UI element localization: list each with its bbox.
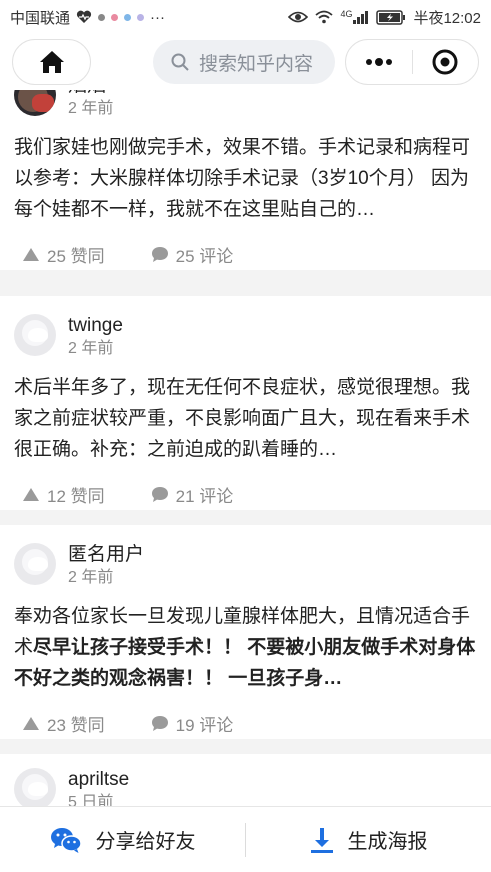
home-button[interactable] — [12, 39, 92, 85]
upvote-icon — [23, 487, 39, 501]
upvote-icon — [23, 716, 39, 730]
network-type-label: 4G — [340, 9, 353, 19]
wechat-icon — [50, 827, 82, 853]
author-row: 匿名用户 2 年前 — [14, 543, 477, 589]
close-miniprogram-button[interactable] — [413, 40, 479, 84]
post-time: 2 年前 — [68, 569, 114, 586]
answer-card[interactable]: twinge 2 年前 术后半年多了，现在无任何不良症状，感觉很理想。我家之前症… — [0, 296, 491, 510]
answer-card[interactable]: 匿名用户 2 年前 奉劝各位家长一旦发现儿童腺样体肥大，且情况适合手术尽早让孩子… — [0, 525, 491, 739]
search-box[interactable]: 搜索知乎内容 — [153, 40, 335, 84]
avatar[interactable] — [14, 314, 56, 356]
battery-charging-icon — [376, 9, 406, 25]
comment-icon — [151, 715, 168, 731]
comment-count: 21 评论 — [175, 486, 234, 506]
download-icon — [310, 827, 333, 853]
comment-count: 19 评论 — [175, 715, 234, 735]
author-name[interactable]: 匿名用户 — [68, 543, 144, 567]
carrier-label: 中国联通 — [10, 9, 71, 27]
upvote-count: 12 赞同 — [47, 486, 105, 506]
excerpt-bold-text: 尽早让孩子接受手术！！ 不要被小朋友做手术对身体不好之类的观念祸害！！ 一旦孩子… — [14, 637, 476, 689]
upvote-icon — [23, 247, 39, 261]
wifi-icon — [315, 10, 334, 24]
app-notification-icon — [137, 13, 145, 21]
answer-excerpt[interactable]: 术后半年多了，现在无任何不良症状，感觉很理想。我家之前症状较严重，不良影响面广且… — [14, 372, 477, 465]
generate-poster-button[interactable]: 生成海报 — [246, 807, 491, 872]
answer-actions: 23 赞同 19 评论 — [14, 706, 477, 740]
app-notification-icon — [124, 13, 132, 21]
answer-card[interactable]: 烟烟 2 年前 我们家娃也刚做完手术，效果不错。手术记录和病程可以参考：大米腺样… — [0, 90, 491, 270]
comment-icon — [151, 246, 168, 262]
app-notification-icon — [98, 13, 106, 21]
post-time: 2 年前 — [68, 340, 114, 357]
signal-icon — [353, 11, 369, 24]
comment-icon — [151, 486, 168, 502]
answer-actions: 12 赞同 21 评论 — [14, 477, 477, 511]
share-label: 分享给好友 — [95, 831, 196, 853]
upvote-count: 23 赞同 — [47, 715, 105, 735]
app-notification-icon — [111, 13, 119, 21]
more-notifications-indicator: ··· — [150, 8, 166, 26]
search-placeholder: 搜索知乎内容 — [199, 53, 314, 75]
bottom-action-bar: 分享给好友 生成海报 — [0, 806, 491, 872]
author-name[interactable]: apriltse — [68, 768, 129, 792]
avatar[interactable] — [14, 90, 56, 116]
author-name[interactable]: twinge — [68, 314, 123, 338]
poster-label: 生成海报 — [347, 831, 428, 853]
author-row: apriltse 5 日前 — [14, 768, 477, 806]
post-time: 2 年前 — [68, 100, 114, 117]
avatar[interactable] — [14, 543, 56, 585]
status-bar: 中国联通 ··· 4G 半夜12:02 — [0, 0, 491, 34]
comment-button[interactable]: 25 评论 — [143, 242, 234, 267]
clock-time: 半夜12:02 — [413, 9, 481, 27]
answer-actions: 25 赞同 25 评论 — [14, 237, 477, 271]
upvote-count: 25 赞同 — [47, 246, 105, 266]
close-target-icon — [432, 49, 458, 75]
comment-button[interactable]: 21 评论 — [143, 482, 234, 507]
author-row: 烟烟 2 年前 — [14, 90, 477, 120]
more-menu-button[interactable] — [346, 40, 412, 84]
top-navigation: 搜索知乎内容 — [0, 34, 491, 90]
miniprogram-capsule — [345, 39, 479, 85]
heart-health-icon — [76, 10, 92, 23]
comment-button[interactable]: 19 评论 — [143, 711, 234, 736]
upvote-button[interactable]: 12 赞同 — [14, 482, 105, 507]
excerpt-text: 我们家娃也刚做完手术，效果不错。手术记录和病程可以参考：大米腺样体切除手术记录（… — [14, 137, 471, 220]
answer-card[interactable]: apriltse 5 日前 — [0, 754, 491, 806]
home-icon — [39, 51, 64, 73]
excerpt-text: 术后半年多了，现在无任何不良症状，感觉很理想。我家之前症状较严重，不良影响面广且… — [14, 377, 471, 460]
post-time: 5 日前 — [68, 794, 114, 806]
avatar[interactable] — [14, 768, 56, 806]
share-to-friend-button[interactable]: 分享给好友 — [0, 807, 245, 872]
answer-excerpt[interactable]: 我们家娃也刚做完手术，效果不错。手术记录和病程可以参考：大米腺样体切除手术记录（… — [14, 132, 477, 225]
eye-comfort-icon — [288, 11, 309, 23]
comment-count: 25 评论 — [175, 246, 234, 266]
upvote-button[interactable]: 25 赞同 — [14, 242, 105, 267]
author-name[interactable]: 烟烟 — [68, 90, 113, 98]
author-row: twinge 2 年前 — [14, 314, 477, 360]
answers-feed[interactable]: 烟烟 2 年前 我们家娃也刚做完手术，效果不错。手术记录和病程可以参考：大米腺样… — [0, 90, 491, 806]
more-dots-icon — [365, 58, 392, 66]
answer-excerpt[interactable]: 奉劝各位家长一旦发现儿童腺样体肥大，且情况适合手术尽早让孩子接受手术！！ 不要被… — [14, 601, 477, 694]
upvote-button[interactable]: 23 赞同 — [14, 711, 105, 736]
search-icon — [171, 53, 189, 71]
